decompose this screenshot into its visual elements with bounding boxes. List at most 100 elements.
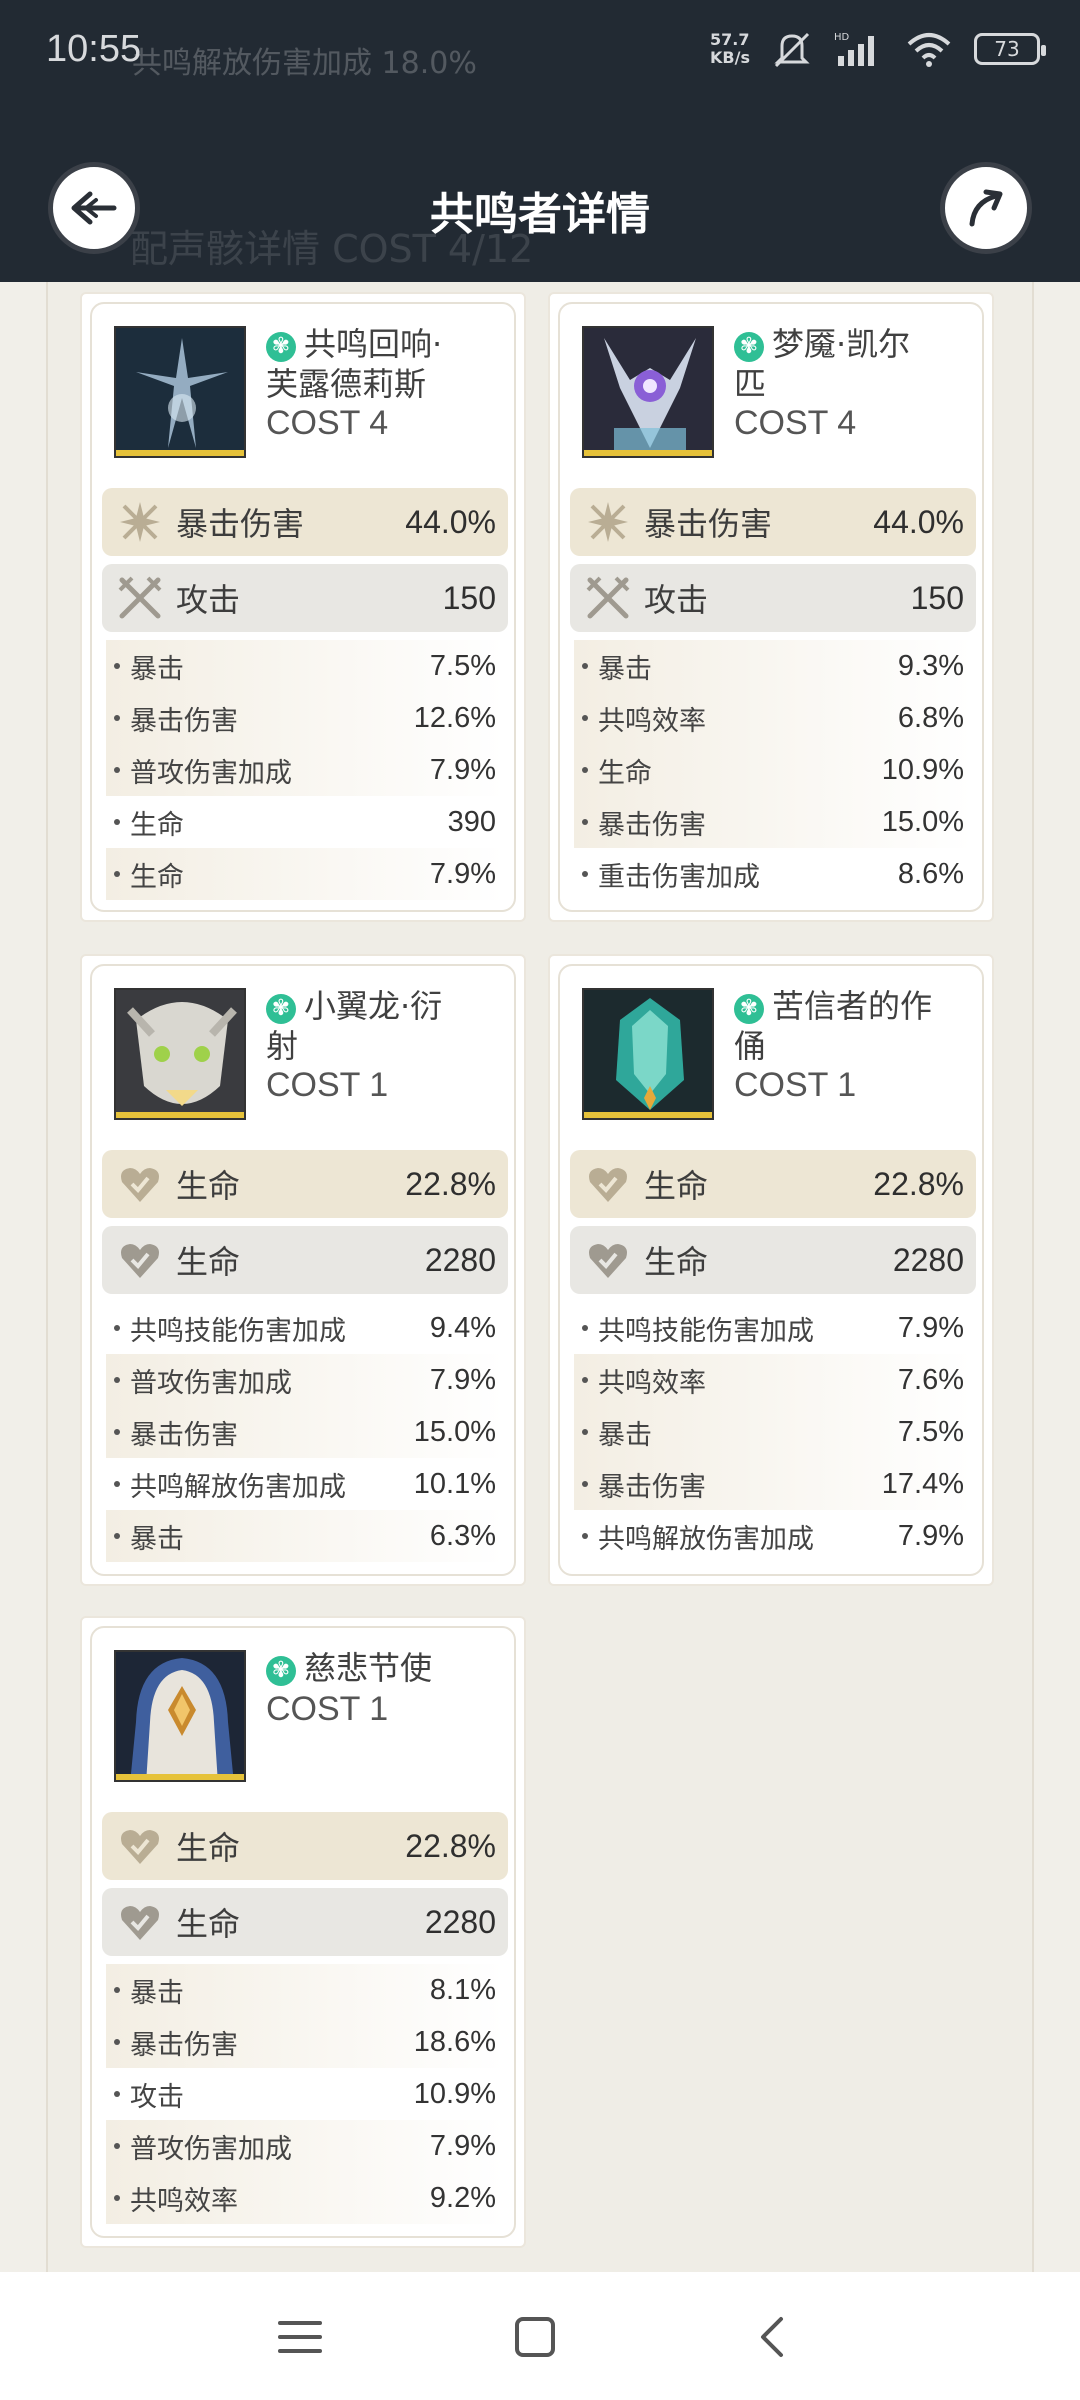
echo-name-line1: 梦魇·凯尔 [772,325,911,363]
echo-thumbnail [582,326,714,458]
sub-stat-row: 暴击伤害 12.6% [106,692,504,744]
status-bar: 共鸣解放伤害加成 18.0% 10:55 57.7 KB/s HD 73 [0,0,1080,106]
echo-cost: COST 1 [266,1690,389,1728]
main-stat-label: 生命 [176,1167,241,1205]
echo-cost: COST 1 [266,1066,389,1104]
sub-stat-list: 暴击 7.5% 暴击伤害 12.6% 普攻伤害加成 7.9% 生命 390 生命 7.9% [106,640,504,900]
main-stat-label: 生命 [176,1829,241,1867]
share-button[interactable] [940,162,1032,254]
echo-card-inner: ✾ 梦魇·凯尔 匹 COST 4 暴击伤害 44.0% 攻击 150 暴击 9.3%… [558,302,984,912]
sub-stat-row: 普攻伤害加成 7.9% [106,2120,504,2172]
sub-stat-row: 共鸣解放伤害加成 7.9% [574,1510,972,1562]
main-stat-primary: 暴击伤害 44.0% [570,488,976,556]
status-icons: 57.7 KB/s HD 73 [710,30,1046,68]
sub-stat-list: 暴击 9.3% 共鸣效率 6.8% 生命 10.9% 暴击伤害 15.0% 重击伤害加成… [574,640,972,900]
echo-portrait-icon [116,328,244,456]
sub-stat-row: 共鸣效率 9.2% [106,2172,504,2224]
sub-stat-row: 暴击 8.1% [106,1964,504,2016]
signal-icon: HD [834,32,874,66]
sub-stat-row: 共鸣技能伤害加成 7.9% [574,1302,972,1354]
main-stat-label: 生命 [644,1167,709,1205]
echo-name: ✾ 小翼龙·衍 射 [266,986,506,1066]
main-stat-value: 2280 [424,1903,496,1940]
echo-name-line1: 共鸣回响· [304,325,443,363]
main-stat-primary: 生命 22.8% [570,1150,976,1218]
mute-icon [774,32,810,68]
echo-card-inner: ✾ 共鸣回响· 芙露德莉斯 COST 4 暴击伤害 44.0% 攻击 150 暴击… [90,302,516,912]
hp-icon [114,1820,166,1872]
sub-stat-list: 共鸣技能伤害加成 7.9% 共鸣效率 7.6% 暴击 7.5% 暴击伤害 17.4% 共… [574,1302,972,1562]
main-stat-secondary: 攻击 150 [570,564,976,632]
echo-name-line2: 匹 [734,365,767,403]
battery-indicator: 73 [974,33,1046,65]
net-speed-unit: KB/s [710,48,750,67]
attack-icon [582,572,634,624]
sub-stat-list: 共鸣技能伤害加成 9.4% 普攻伤害加成 7.9% 暴击伤害 15.0% 共鸣解放伤害… [106,1302,504,1562]
main-stat-label: 生命 [176,1905,241,1943]
echo-card[interactable]: ✾ 小翼龙·衍 射 COST 1 生命 22.8% 生命 2280 共鸣技能伤害加… [80,954,526,1586]
echo-thumbnail [114,988,246,1120]
quality-bar [116,1112,244,1118]
nav-menu-button[interactable] [265,2302,335,2372]
echo-name: ✾ 苦信者的作 俑 [734,986,974,1066]
hp-icon [114,1158,166,1210]
back-button[interactable] [48,162,140,254]
echo-portrait-icon [584,328,712,456]
attack-icon [114,572,166,624]
back-arrow-icon [71,191,117,225]
main-stat-label: 攻击 [644,581,709,619]
nav-home-button[interactable] [500,2302,570,2372]
echo-card[interactable]: ✾ 苦信者的作 俑 COST 1 生命 22.8% 生命 2280 共鸣技能伤害加… [548,954,994,1586]
sub-stat-row: 共鸣效率 7.6% [574,1354,972,1406]
echo-card[interactable]: ✾ 梦魇·凯尔 匹 COST 4 暴击伤害 44.0% 攻击 150 暴击 9.3%… [548,292,994,922]
quality-bar [116,450,244,456]
main-stat-primary: 生命 22.8% [102,1812,508,1880]
echo-name: ✾ 慈悲节使 [266,1648,506,1688]
share-arrow-icon [969,189,1003,227]
sub-stat-row: 暴击 7.5% [106,640,504,692]
main-stat-value: 150 [442,579,496,616]
sub-stat-row: 普攻伤害加成 7.9% [106,744,504,796]
echo-card-inner: ✾ 苦信者的作 俑 COST 1 生命 22.8% 生命 2280 共鸣技能伤害加… [558,964,984,1576]
main-stat-primary: 暴击伤害 44.0% [102,488,508,556]
main-stat-value: 22.8% [405,1165,496,1202]
echo-card[interactable]: ✾ 共鸣回响· 芙露德莉斯 COST 4 暴击伤害 44.0% 攻击 150 暴击… [80,292,526,922]
quality-bar [584,450,712,456]
net-speed: 57.7 KB/s [710,31,750,67]
main-stat-value: 22.8% [873,1165,964,1202]
sonata-set-icon: ✾ [266,994,296,1024]
echo-portrait-icon [116,1652,244,1780]
back-chevron-icon [761,2317,783,2357]
sub-stat-row: 暴击伤害 15.0% [574,796,972,848]
echo-thumbnail [582,988,714,1120]
overlay-ghost-text: 共鸣解放伤害加成 18.0% [132,46,477,81]
sub-stat-row: 暴击伤害 18.6% [106,2016,504,2068]
main-stat-value: 2280 [424,1241,496,1278]
crit-damage-icon [114,496,166,548]
page-title: 共鸣者详情 [430,189,650,240]
sonata-set-icon: ✾ [266,1656,296,1686]
hp-icon [582,1158,634,1210]
echo-thumbnail [114,1650,246,1782]
sub-stat-row: 共鸣技能伤害加成 9.4% [106,1302,504,1354]
hp-icon [582,1234,634,1286]
svg-text:HD: HD [834,32,850,43]
sub-stat-row: 暴击 6.3% [106,1510,504,1562]
sub-stat-list: 暴击 8.1% 暴击伤害 18.6% 攻击 10.9% 普攻伤害加成 7.9% 共鸣效率… [106,1964,504,2224]
main-stat-label: 生命 [644,1243,709,1281]
sub-stat-row: 生命 7.9% [106,848,504,900]
main-stat-value: 2280 [892,1241,964,1278]
echo-thumbnail [114,326,246,458]
sub-stat-row: 共鸣解放伤害加成 10.1% [106,1458,504,1510]
echo-name-line1: 小翼龙·衍 [304,987,443,1025]
sub-stat-row: 生命 10.9% [574,744,972,796]
nav-back-button[interactable] [738,2302,808,2372]
echo-card-inner: ✾ 小翼龙·衍 射 COST 1 生命 22.8% 生命 2280 共鸣技能伤害加… [90,964,516,1576]
sub-stat-row: 普攻伤害加成 7.9% [106,1354,504,1406]
echo-card[interactable]: ✾ 慈悲节使 COST 1 生命 22.8% 生命 2280 暴击 8.1% 暴击伤… [80,1616,526,2248]
main-stat-value: 44.0% [873,503,964,540]
sub-stat-row: 暴击 7.5% [574,1406,972,1458]
hp-icon [114,1896,166,1948]
quality-bar [584,1112,712,1118]
echo-name: ✾ 共鸣回响· 芙露德莉斯 [266,324,506,404]
